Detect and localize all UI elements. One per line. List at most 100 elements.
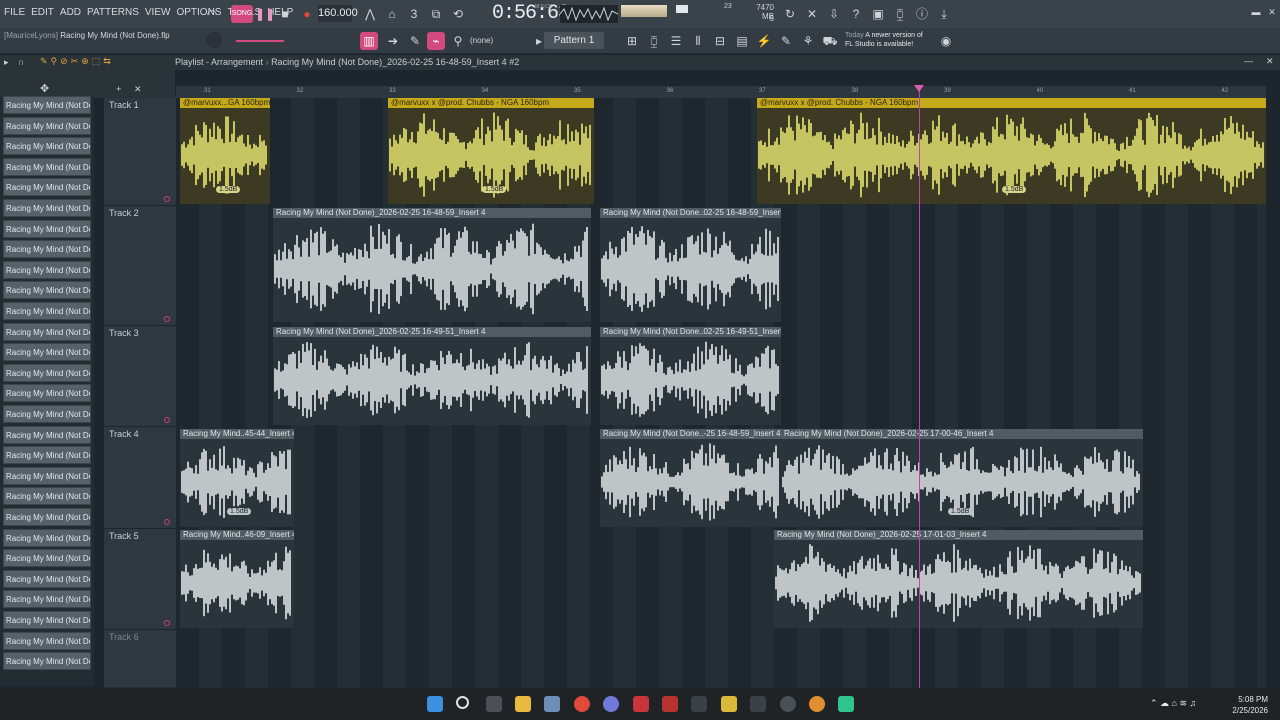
picker-item[interactable]: Racing My Mind (Not Don... (3, 446, 91, 465)
plugin-picker-icon[interactable]: ⚡ (755, 32, 773, 50)
playlist-grid[interactable]: @marvuxx...GA 160bpm @marvuxx x @prod. C… (176, 98, 1266, 688)
picker-item[interactable]: Racing My Mind (Not Don... (3, 178, 91, 197)
playlist-button[interactable]: ▥ (360, 32, 378, 50)
tempo-display[interactable]: 160.000 (318, 5, 358, 22)
picker-item[interactable]: Racing My Mind (Not Don... (3, 652, 91, 671)
playlist-close-icon[interactable]: ✕ (1266, 56, 1274, 67)
playhead[interactable] (919, 86, 920, 688)
track-mute-dot[interactable] (164, 196, 170, 202)
system-tray-icons[interactable]: ⌃ ☁ ⌂ ≋ ♫ (1150, 698, 1196, 709)
picker-item[interactable]: Racing My Mind (Not Don... (3, 384, 91, 403)
track-header-1[interactable]: Track 1 (104, 98, 176, 206)
picker-item[interactable]: Racing My Mind (Not Don... (3, 240, 91, 259)
track-header-2[interactable]: Track 2 (104, 206, 176, 326)
audio-clip[interactable]: Racing My Mind..46-09_Insert 4 (180, 530, 294, 628)
globe-icon[interactable]: ◉ (937, 32, 955, 50)
file-icon[interactable]: ▤ (733, 32, 751, 50)
link-icon[interactable]: ⌁ (427, 32, 445, 50)
track-header-6[interactable]: Track 6 (104, 630, 176, 688)
file-explorer-icon[interactable] (515, 696, 531, 712)
blend-notes-icon[interactable]: ⟲ (449, 5, 467, 23)
info-icon[interactable]: ⓘ (913, 5, 931, 23)
countdown-icon[interactable]: 3 (405, 5, 423, 23)
playlist-minimize-icon[interactable]: — (1244, 56, 1253, 66)
tools-icon[interactable]: ✕ (803, 5, 821, 23)
pattern-selector[interactable]: Pattern 1 (544, 32, 604, 49)
track-mute-dot[interactable] (164, 417, 170, 423)
app-icon-yellow[interactable] (721, 696, 737, 712)
picker-item[interactable]: Racing My Mind (Not Don... (3, 137, 91, 156)
picker-item[interactable]: Racing My Mind (Not Don... (3, 199, 91, 217)
save-icon[interactable]: ▣ (869, 5, 887, 23)
audio-clip[interactable]: Racing My Mind (Not Done..02-25 16-48-59… (600, 208, 781, 322)
audio-clip[interactable]: Racing My Mind (Not Done)_2026-02-25 17-… (774, 530, 1143, 628)
step-edit-icon[interactable]: ⧉ (427, 5, 445, 23)
app-icon-dark[interactable] (750, 696, 766, 712)
export-icon[interactable]: ⤓ (935, 5, 953, 23)
audio-clip[interactable]: Racing My Mind (Not Done..02-25 16-49-51… (600, 327, 781, 425)
record-icon[interactable]: ● (298, 5, 316, 23)
picker-item[interactable]: Racing My Mind (Not Don... (3, 590, 91, 609)
task-view-icon[interactable] (486, 696, 502, 712)
picker-item[interactable]: Racing My Mind (Not Don... (3, 260, 91, 279)
app-icon-green[interactable] (838, 696, 854, 712)
loop-record-icon[interactable]: ◠ (203, 5, 221, 23)
song-mode-toggle[interactable]: SONG (231, 5, 253, 23)
picker-item[interactable]: Racing My Mind (Not Don... (3, 466, 91, 485)
arrow-icon[interactable]: ➔ (384, 32, 402, 50)
picker-item[interactable]: Racing My Mind (Not Don... (3, 611, 91, 629)
add-track-icon[interactable]: + (116, 84, 121, 94)
remote-icon[interactable]: ⚘ (799, 32, 817, 50)
picker-item[interactable]: Racing My Mind (Not Don... (3, 549, 91, 568)
track-mute-dot[interactable] (164, 620, 170, 626)
picker-item[interactable]: Racing My Mind (Not Don... (3, 528, 91, 547)
picker-item[interactable]: Racing My Mind (Not Don... (3, 116, 91, 135)
stamp-icon[interactable]: ⚲ (449, 32, 467, 50)
capcut-icon[interactable] (691, 696, 707, 712)
search-icon[interactable] (456, 696, 469, 709)
windows-start-icon[interactable] (427, 696, 443, 712)
audio-clip[interactable]: Racing My Mind (Not Done..-25 16-48-59_I… (600, 429, 781, 527)
news-panel[interactable]: Today A newer version of FL Studio is av… (845, 31, 923, 49)
browser-icon[interactable]: ⊟ (711, 32, 729, 50)
picker-item[interactable]: Racing My Mind (Not Don... (3, 405, 91, 423)
fl-studio-icon[interactable] (809, 696, 825, 712)
picker-item[interactable]: Racing My Mind (Not Don... (3, 322, 91, 341)
picker-item[interactable]: Racing My Mind (Not Don... (3, 508, 91, 526)
mixer-icon[interactable]: ⧮ (891, 5, 909, 23)
stop-icon[interactable]: ■ (276, 5, 294, 23)
track-header-4[interactable]: Track 4 (104, 427, 176, 529)
discord-icon[interactable] (603, 696, 619, 712)
menu-edit[interactable]: EDIT (31, 7, 54, 18)
photos-icon[interactable] (544, 696, 560, 712)
menu-patterns[interactable]: PATTERNS (87, 7, 139, 18)
track-header-3[interactable]: Track 3 (104, 326, 176, 427)
piano-roll-icon[interactable]: ☰ (667, 32, 685, 50)
pause-icon[interactable]: ❚❚ (255, 5, 275, 23)
track-mute-dot[interactable] (164, 519, 170, 525)
move-icon[interactable]: ✥ (40, 82, 49, 95)
close-window-icon[interactable]: ✕ (1263, 3, 1280, 21)
wait-for-input-icon[interactable]: ⌂ (383, 5, 401, 23)
picker-item[interactable]: Racing My Mind (Not Don... (3, 281, 91, 300)
cart-icon[interactable]: ⛟ (821, 32, 839, 50)
magnet-icon[interactable]: ∩ (18, 57, 24, 67)
master-pitch-knob[interactable] (206, 32, 222, 48)
picker-item[interactable]: Racing My Mind (Not Don... (3, 157, 91, 176)
picker-item[interactable]: Racing My Mind (Not Don... (3, 219, 91, 238)
menu-add[interactable]: ADD (60, 7, 81, 18)
picker-item[interactable]: Racing My Mind (Not Don... (3, 631, 91, 650)
audio-clip[interactable]: Racing My Mind (Not Done)_2026-02-25 16-… (273, 327, 591, 425)
playlist-menu-icon[interactable]: ▸ (4, 57, 9, 68)
app-icon-red[interactable] (662, 696, 678, 712)
mixer-window-icon[interactable]: ⊞ (623, 32, 641, 50)
chrome-icon[interactable] (574, 696, 590, 712)
picker-item[interactable]: Racing My Mind (Not Don... (3, 425, 91, 444)
timeline-ruler[interactable]: 31 32 33 34 35 36 37 38 39 40 41 42 (176, 86, 1266, 98)
help-icon[interactable]: ? (847, 5, 865, 23)
playhead-marker[interactable] (914, 85, 924, 92)
collapse-icon[interactable]: ✕ (134, 84, 142, 95)
audio-clip[interactable]: Racing My Mind (Not Done)_2026-02-25 16-… (273, 208, 591, 322)
track-header-5[interactable]: Track 5 (104, 529, 176, 630)
picker-item[interactable]: Racing My Mind (Not Don... (3, 363, 91, 382)
